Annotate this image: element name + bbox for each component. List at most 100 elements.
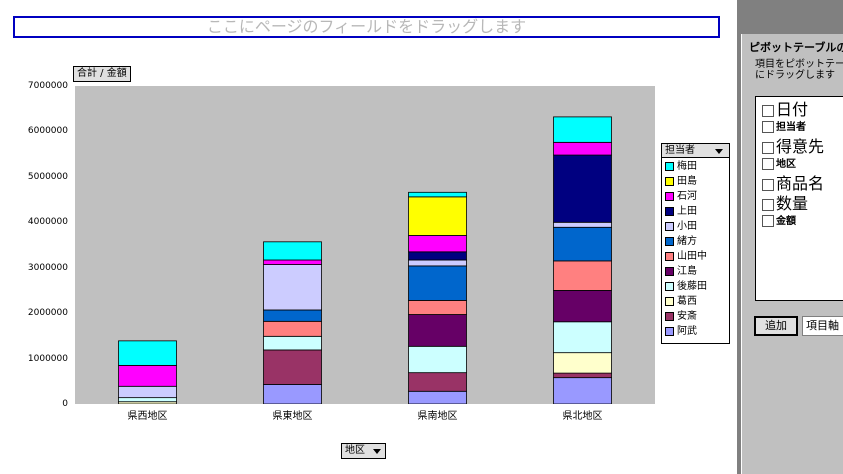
x-tick-label: 県東地区 (272, 411, 313, 422)
category-field-label: 地区 (345, 445, 365, 456)
bar-segment[interactable] (553, 260, 612, 291)
bar-segment[interactable] (263, 349, 322, 385)
field-label: 金額 (776, 216, 796, 227)
legend-label: 阿武 (677, 326, 697, 337)
legend-item[interactable]: 小田 (665, 220, 697, 234)
legend-label: 山田中 (677, 251, 707, 262)
bar-segment[interactable] (553, 116, 612, 143)
field-label: 得意先 (776, 137, 825, 156)
bar-segment[interactable] (263, 241, 322, 261)
bar-segment[interactable] (118, 340, 177, 366)
field-list-item[interactable]: 得意先 (762, 138, 824, 156)
bar-segment[interactable] (408, 265, 467, 301)
legend-label: 田島 (677, 176, 697, 187)
legend-swatch (665, 251, 674, 261)
legend-swatch (665, 236, 674, 246)
bar-segment[interactable] (408, 345, 467, 374)
bar-segment[interactable] (553, 141, 612, 156)
y-tick-label: 4000000 (27, 217, 68, 228)
x-tick-label: 県南地区 (417, 411, 458, 422)
y-tick-label: 0 (62, 399, 68, 409)
bar-segment[interactable] (408, 191, 467, 198)
field-list-item[interactable]: 数量 (762, 195, 808, 213)
bar-segment[interactable] (553, 377, 612, 405)
legend-item[interactable]: 後藤田 (665, 280, 707, 294)
legend-item[interactable]: 上田 (665, 205, 697, 219)
chevron-down-icon (373, 449, 381, 454)
legend-label: 小田 (677, 221, 697, 232)
field-label: 商品名 (776, 174, 825, 193)
bar-segment[interactable] (118, 364, 177, 387)
legend-label: 石河 (677, 191, 697, 202)
page-field-drop-area[interactable]: ここにページのフィールドをドラッグします (13, 16, 720, 38)
add-button[interactable]: 追加 (754, 316, 798, 336)
legend-item[interactable]: 安斎 (665, 310, 697, 324)
legend-item[interactable]: 石河 (665, 190, 697, 204)
category-field-dropdown[interactable]: 地区 (341, 443, 386, 459)
bar-segment[interactable] (553, 372, 612, 379)
legend-label: 葛西 (677, 296, 697, 307)
legend-label: 梅田 (677, 161, 697, 172)
field-icon (762, 141, 774, 154)
legend-label: 江島 (677, 266, 697, 277)
plot-area (75, 86, 655, 405)
bar-segment[interactable] (408, 372, 467, 392)
legend-label: 安斎 (677, 311, 697, 322)
bar-segment[interactable] (408, 235, 467, 253)
bar-segment[interactable] (408, 300, 467, 315)
data-field-button[interactable]: 合計 / 金額 (73, 66, 131, 82)
bar-segment[interactable] (263, 264, 322, 311)
field-label: 日付 (776, 100, 809, 119)
bar-segment[interactable] (263, 309, 322, 322)
bar-segment[interactable] (118, 385, 177, 399)
legend-swatch (665, 266, 674, 276)
legend: 梅田田島石河上田小田緒方山田中江島後藤田葛西安斎阿武 (661, 157, 730, 344)
field-list-item[interactable]: 日付 (762, 101, 808, 119)
bar-segment[interactable] (553, 321, 612, 354)
area-select[interactable]: 項目軸 (802, 316, 843, 336)
legend-item[interactable]: 山田中 (665, 250, 707, 264)
bar-segment[interactable] (118, 397, 177, 403)
data-field-button-label: 合計 / 金額 (77, 68, 127, 79)
y-tick-label: 1000000 (27, 353, 68, 364)
field-icon (762, 121, 774, 133)
legend-item[interactable]: 江島 (665, 265, 697, 279)
legend-item[interactable]: 葛西 (665, 295, 697, 309)
pivot-table-field-panel: ピボットテーブルの 項目をピボットテー にドラッグします 日付 担当者 得意先 地区商… (741, 34, 843, 474)
legend-item[interactable]: 田島 (665, 175, 697, 189)
bar-segment[interactable] (408, 259, 467, 267)
y-tick-label: 7000000 (27, 81, 68, 91)
field-icon (762, 104, 774, 117)
page-field-drop-label: ここにページのフィールドをドラッグします (206, 17, 527, 36)
bar-segment[interactable] (408, 251, 467, 261)
bar-segment[interactable] (263, 335, 322, 351)
legend-swatch (665, 221, 674, 231)
legend-label: 後藤田 (677, 281, 707, 292)
bar-segment[interactable] (408, 196, 467, 236)
bar-segment[interactable] (408, 390, 467, 405)
bar-segment[interactable] (553, 290, 612, 323)
bar-segment[interactable] (408, 314, 467, 347)
legend-item[interactable]: 緒方 (665, 235, 697, 249)
field-list-item[interactable]: 商品名 (762, 175, 824, 193)
legend-swatch (665, 161, 674, 171)
legend-swatch (665, 311, 674, 321)
panel-description: 項目をピボットテー にドラッグします (755, 59, 843, 81)
bar-segment[interactable] (553, 226, 612, 262)
field-label: 地区 (776, 159, 796, 170)
y-tick-label: 2000000 (27, 308, 68, 319)
bar-segment[interactable] (553, 221, 612, 228)
y-tick-label: 6000000 (27, 126, 68, 137)
bar-segment[interactable] (263, 320, 322, 337)
bar-segment[interactable] (263, 384, 322, 405)
legend-item[interactable]: 梅田 (665, 160, 697, 174)
bar-segment[interactable] (553, 154, 612, 223)
bar-segment[interactable] (263, 259, 322, 265)
legend-label: 上田 (677, 206, 697, 217)
legend-item[interactable]: 阿武 (665, 325, 697, 339)
field-list-item[interactable]: 金額 (762, 215, 796, 233)
field-icon (762, 198, 774, 211)
legend-swatch (665, 326, 674, 336)
bar-segment[interactable] (553, 352, 612, 374)
chevron-down-icon (715, 149, 723, 154)
